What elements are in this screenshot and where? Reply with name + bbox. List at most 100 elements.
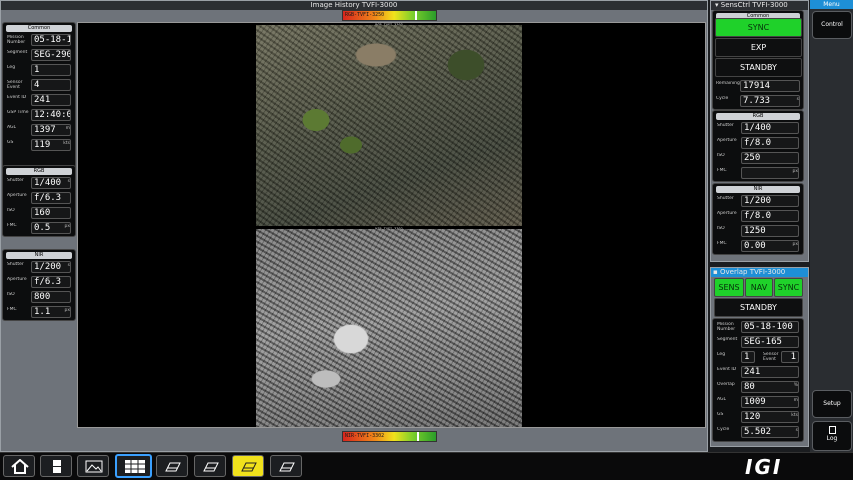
field-value: 1/200 bbox=[31, 261, 71, 273]
single-image-button[interactable] bbox=[77, 455, 109, 477]
field-value bbox=[741, 167, 799, 179]
standby-button[interactable]: STANDBY bbox=[715, 58, 802, 77]
overlap-label: Overlap bbox=[717, 382, 735, 387]
info-row: Aperture f/8.0 bbox=[715, 136, 801, 150]
field-label: Aperture bbox=[717, 138, 737, 143]
info-row: Aperture f/6.3 bbox=[5, 275, 73, 289]
nav-button[interactable]: NAV bbox=[745, 278, 773, 297]
nir-aerial-image[interactable] bbox=[256, 229, 522, 427]
field-label: ISO bbox=[7, 292, 15, 297]
histogram-marker bbox=[415, 11, 417, 20]
control-label: Control bbox=[821, 21, 843, 28]
bottom-histogram: NIR-TVFI-3302 bbox=[342, 431, 437, 442]
section-header-rgb: RGB bbox=[716, 113, 800, 120]
overlap-title: ▪ Overlap TVFI-3000 bbox=[711, 268, 808, 277]
exp-button[interactable]: EXP bbox=[715, 38, 802, 57]
leg-value: 1 bbox=[741, 351, 755, 363]
info-row: Shutter 1/400 bbox=[715, 121, 801, 135]
menu-title: Menu bbox=[810, 0, 853, 9]
sensor-mode-button-3[interactable] bbox=[232, 455, 264, 477]
sensctrl-nir-panel: NIR Shutter 1/200 Aperture f/8.0 ISO 1250 FMC 0… bbox=[712, 183, 804, 255]
remaining-value: 17914 bbox=[740, 80, 800, 92]
agl-unit: m bbox=[793, 398, 798, 403]
log-label: Log bbox=[826, 435, 838, 442]
leg-label: Leg bbox=[717, 352, 726, 357]
field-label: Aperture bbox=[717, 211, 737, 216]
sensor-mode-button-2[interactable] bbox=[194, 455, 226, 477]
gs-label: GS bbox=[717, 412, 724, 417]
overlap-standby-button[interactable]: STANDBY bbox=[714, 298, 803, 317]
field-value: f/6.3 bbox=[31, 276, 71, 288]
cycle-value: 7.733 bbox=[740, 95, 800, 107]
sensor-mode-button-4[interactable] bbox=[270, 455, 302, 477]
histogram-label: RGB-TVFI-3250 bbox=[345, 12, 385, 18]
overlap-sync-button[interactable]: SYNC bbox=[774, 278, 803, 297]
info-row: FMC 0.5 px bbox=[5, 221, 73, 235]
overlap-info-panel: Mission Number 05-18-100 Segment SEG-165… bbox=[712, 318, 804, 442]
field-unit: px bbox=[64, 224, 70, 229]
split-view-button[interactable] bbox=[40, 455, 72, 477]
field-value: 12:40:08.4 bbox=[31, 109, 71, 121]
image-viewer[interactable]: RGB-TVFI-3303 NIR-TVFI-3302 bbox=[77, 22, 706, 428]
control-button[interactable]: Control bbox=[812, 11, 852, 39]
igi-logo: IGI bbox=[745, 455, 783, 479]
sensctrl-counters: Remaining 17914 Cycle 7.733 s bbox=[712, 78, 804, 110]
sensor-mode-button-1[interactable] bbox=[156, 455, 188, 477]
setup-button[interactable]: Setup bbox=[812, 390, 852, 418]
field-value: 241 bbox=[31, 94, 71, 106]
grid-view-button[interactable] bbox=[115, 454, 152, 478]
info-row: Shutter 1/200 s bbox=[5, 260, 73, 274]
log-button[interactable]: Log bbox=[812, 421, 852, 451]
field-label: Aperture bbox=[7, 193, 27, 198]
field-label: Shutter bbox=[717, 123, 734, 128]
sens-button[interactable]: SENS bbox=[714, 278, 744, 297]
histogram-marker bbox=[417, 432, 419, 441]
mission-row: Mission Number 05-18-100 bbox=[715, 320, 801, 334]
rgb-aerial-image[interactable] bbox=[256, 25, 522, 226]
log-icon bbox=[828, 426, 836, 434]
info-row: FMC 1.1 px bbox=[5, 305, 73, 319]
info-row: Shutter 1/400 s bbox=[5, 176, 73, 190]
window-menu-icon[interactable]: ▪ bbox=[713, 268, 720, 276]
field-label: Sensor Event bbox=[7, 80, 23, 90]
field-unit: kts bbox=[63, 141, 70, 146]
overlap-row: Overlap 80 % bbox=[715, 380, 801, 394]
window-title: Image History TVFI-3000 bbox=[1, 1, 707, 10]
info-row: Shutter 1/200 bbox=[715, 194, 801, 208]
cycle-row: Cycle 7.733 s bbox=[714, 94, 802, 108]
section-header-nir: NIR bbox=[6, 252, 72, 259]
field-label: ISO bbox=[7, 208, 15, 213]
info-row: AGL 1397 m bbox=[5, 123, 73, 137]
info-row: GSP Time12:40:08.4 bbox=[5, 108, 73, 122]
field-value: 05-18-100 bbox=[31, 34, 71, 46]
info-row: Sensor Event 4 bbox=[5, 78, 73, 92]
info-row: Leg 1 bbox=[5, 63, 73, 77]
event-id-label: Event ID bbox=[717, 367, 737, 372]
overlap-unit: % bbox=[793, 383, 798, 388]
home-button[interactable] bbox=[3, 455, 35, 477]
sensctrl-rgb-panel: RGB Shutter 1/400 Aperture f/8.0 ISO 250 FMC px bbox=[712, 110, 804, 182]
field-unit: px bbox=[64, 308, 70, 313]
sync-button[interactable]: SYNC bbox=[715, 18, 802, 37]
top-histogram: RGB-TVFI-3250 bbox=[342, 10, 437, 21]
field-unit: s bbox=[67, 179, 70, 184]
sensctrl-title-text: SensCtrl TVFI-3000 bbox=[720, 1, 788, 9]
field-value: 800 bbox=[31, 291, 71, 303]
camera-tilt-icon bbox=[203, 462, 219, 472]
info-row: FMC px bbox=[715, 166, 801, 180]
field-value: 1250 bbox=[741, 225, 799, 237]
field-unit: s bbox=[67, 263, 70, 268]
field-value: 160 bbox=[31, 207, 71, 219]
field-value: 1 bbox=[31, 64, 71, 76]
info-row: Aperture f/8.0 bbox=[715, 209, 801, 223]
agl-row: AGL 1009 m bbox=[715, 395, 801, 409]
info-row: Event ID 241 bbox=[5, 93, 73, 107]
info-row: ISO 1250 bbox=[715, 224, 801, 238]
menu-column bbox=[810, 0, 853, 452]
field-value: 0.00 bbox=[741, 240, 799, 252]
field-label: FMC bbox=[717, 241, 727, 246]
event-id-row: Event ID 241 bbox=[715, 365, 801, 379]
segment-row: Segment SEG-165 bbox=[715, 335, 801, 349]
camera-tilt-icon bbox=[241, 462, 257, 472]
cycle-row: Cycle 5.502 s bbox=[715, 425, 801, 439]
